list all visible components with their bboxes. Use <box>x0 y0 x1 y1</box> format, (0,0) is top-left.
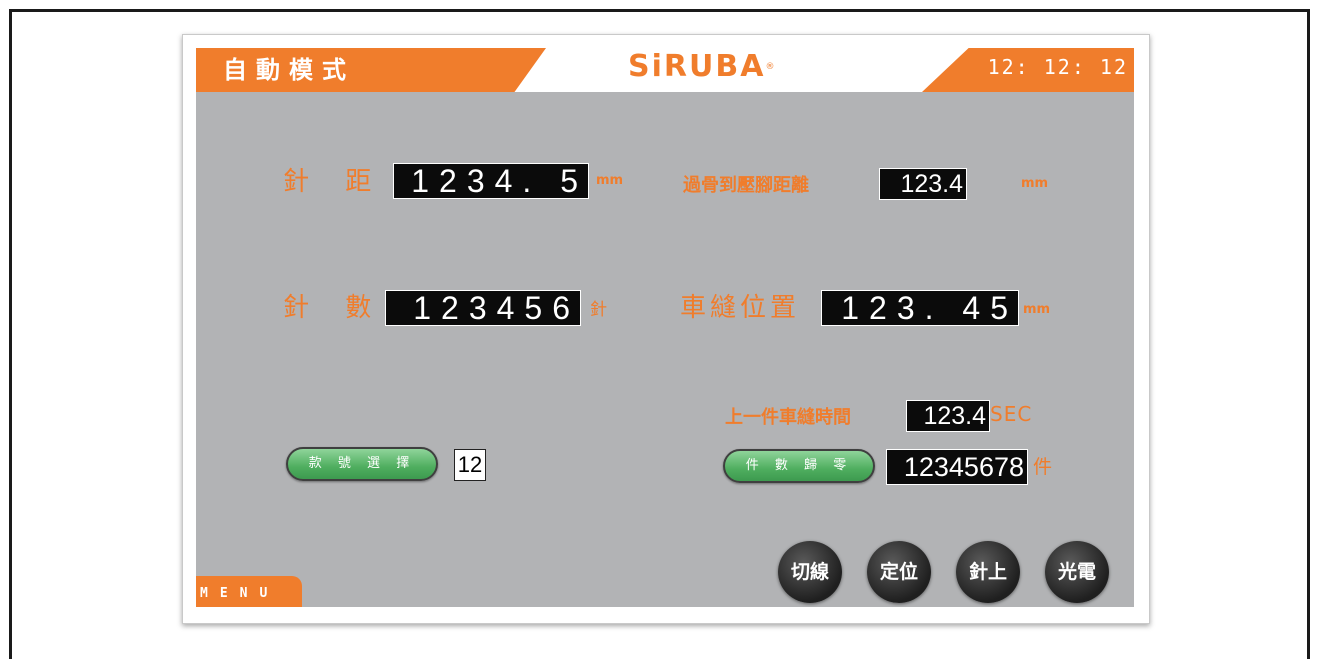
siruba-logo: SiRUBA® <box>628 50 868 84</box>
style-number-field[interactable]: 12 <box>454 449 486 481</box>
thread-cut-button[interactable]: 切線 <box>778 541 842 603</box>
mode-title: 自動模式 <box>223 56 355 84</box>
photo-sensor-button[interactable]: 光電 <box>1045 541 1109 603</box>
bone-to-foot-unit: mm <box>1021 176 1049 191</box>
sew-position-value[interactable]: 123. 45 <box>821 290 1019 326</box>
stitch-count-label: 針 數 <box>283 293 386 323</box>
stitch-length-unit: mm <box>596 173 624 188</box>
sew-position-unit: mm <box>1023 302 1051 317</box>
style-select-button[interactable]: 款 號 選 擇 <box>286 447 438 481</box>
bone-to-foot-value[interactable]: 123.4 <box>879 168 967 200</box>
last-piece-time-value[interactable]: 123.4 <box>906 400 990 432</box>
stitch-length-value[interactable]: 1234. 5 <box>393 163 589 199</box>
logo-text: SiRUBA <box>628 49 766 84</box>
needle-position-button[interactable]: 定位 <box>867 541 931 603</box>
logo-registered-mark: ® <box>765 62 777 72</box>
piece-count-unit: 件 <box>1033 456 1053 478</box>
last-piece-time-unit: SEC <box>990 402 1033 426</box>
piece-count-reset-button[interactable]: 件 數 歸 零 <box>723 449 875 483</box>
stitch-count-unit: 針 <box>590 300 607 320</box>
piece-count-value[interactable]: 12345678 <box>886 449 1028 485</box>
clock-display: 12: 12: 12 <box>987 55 1128 79</box>
bone-to-foot-label: 過骨到壓腳距離 <box>683 175 809 196</box>
sew-position-label: 車縫位置 <box>680 293 801 323</box>
last-piece-time-label: 上一件車縫時間 <box>725 407 851 428</box>
stitch-length-label: 針 距 <box>283 167 386 197</box>
needle-up-button[interactable]: 針上 <box>956 541 1020 603</box>
stitch-count-value[interactable]: 123456 <box>385 290 581 326</box>
menu-tab[interactable]: MENU <box>196 576 302 607</box>
